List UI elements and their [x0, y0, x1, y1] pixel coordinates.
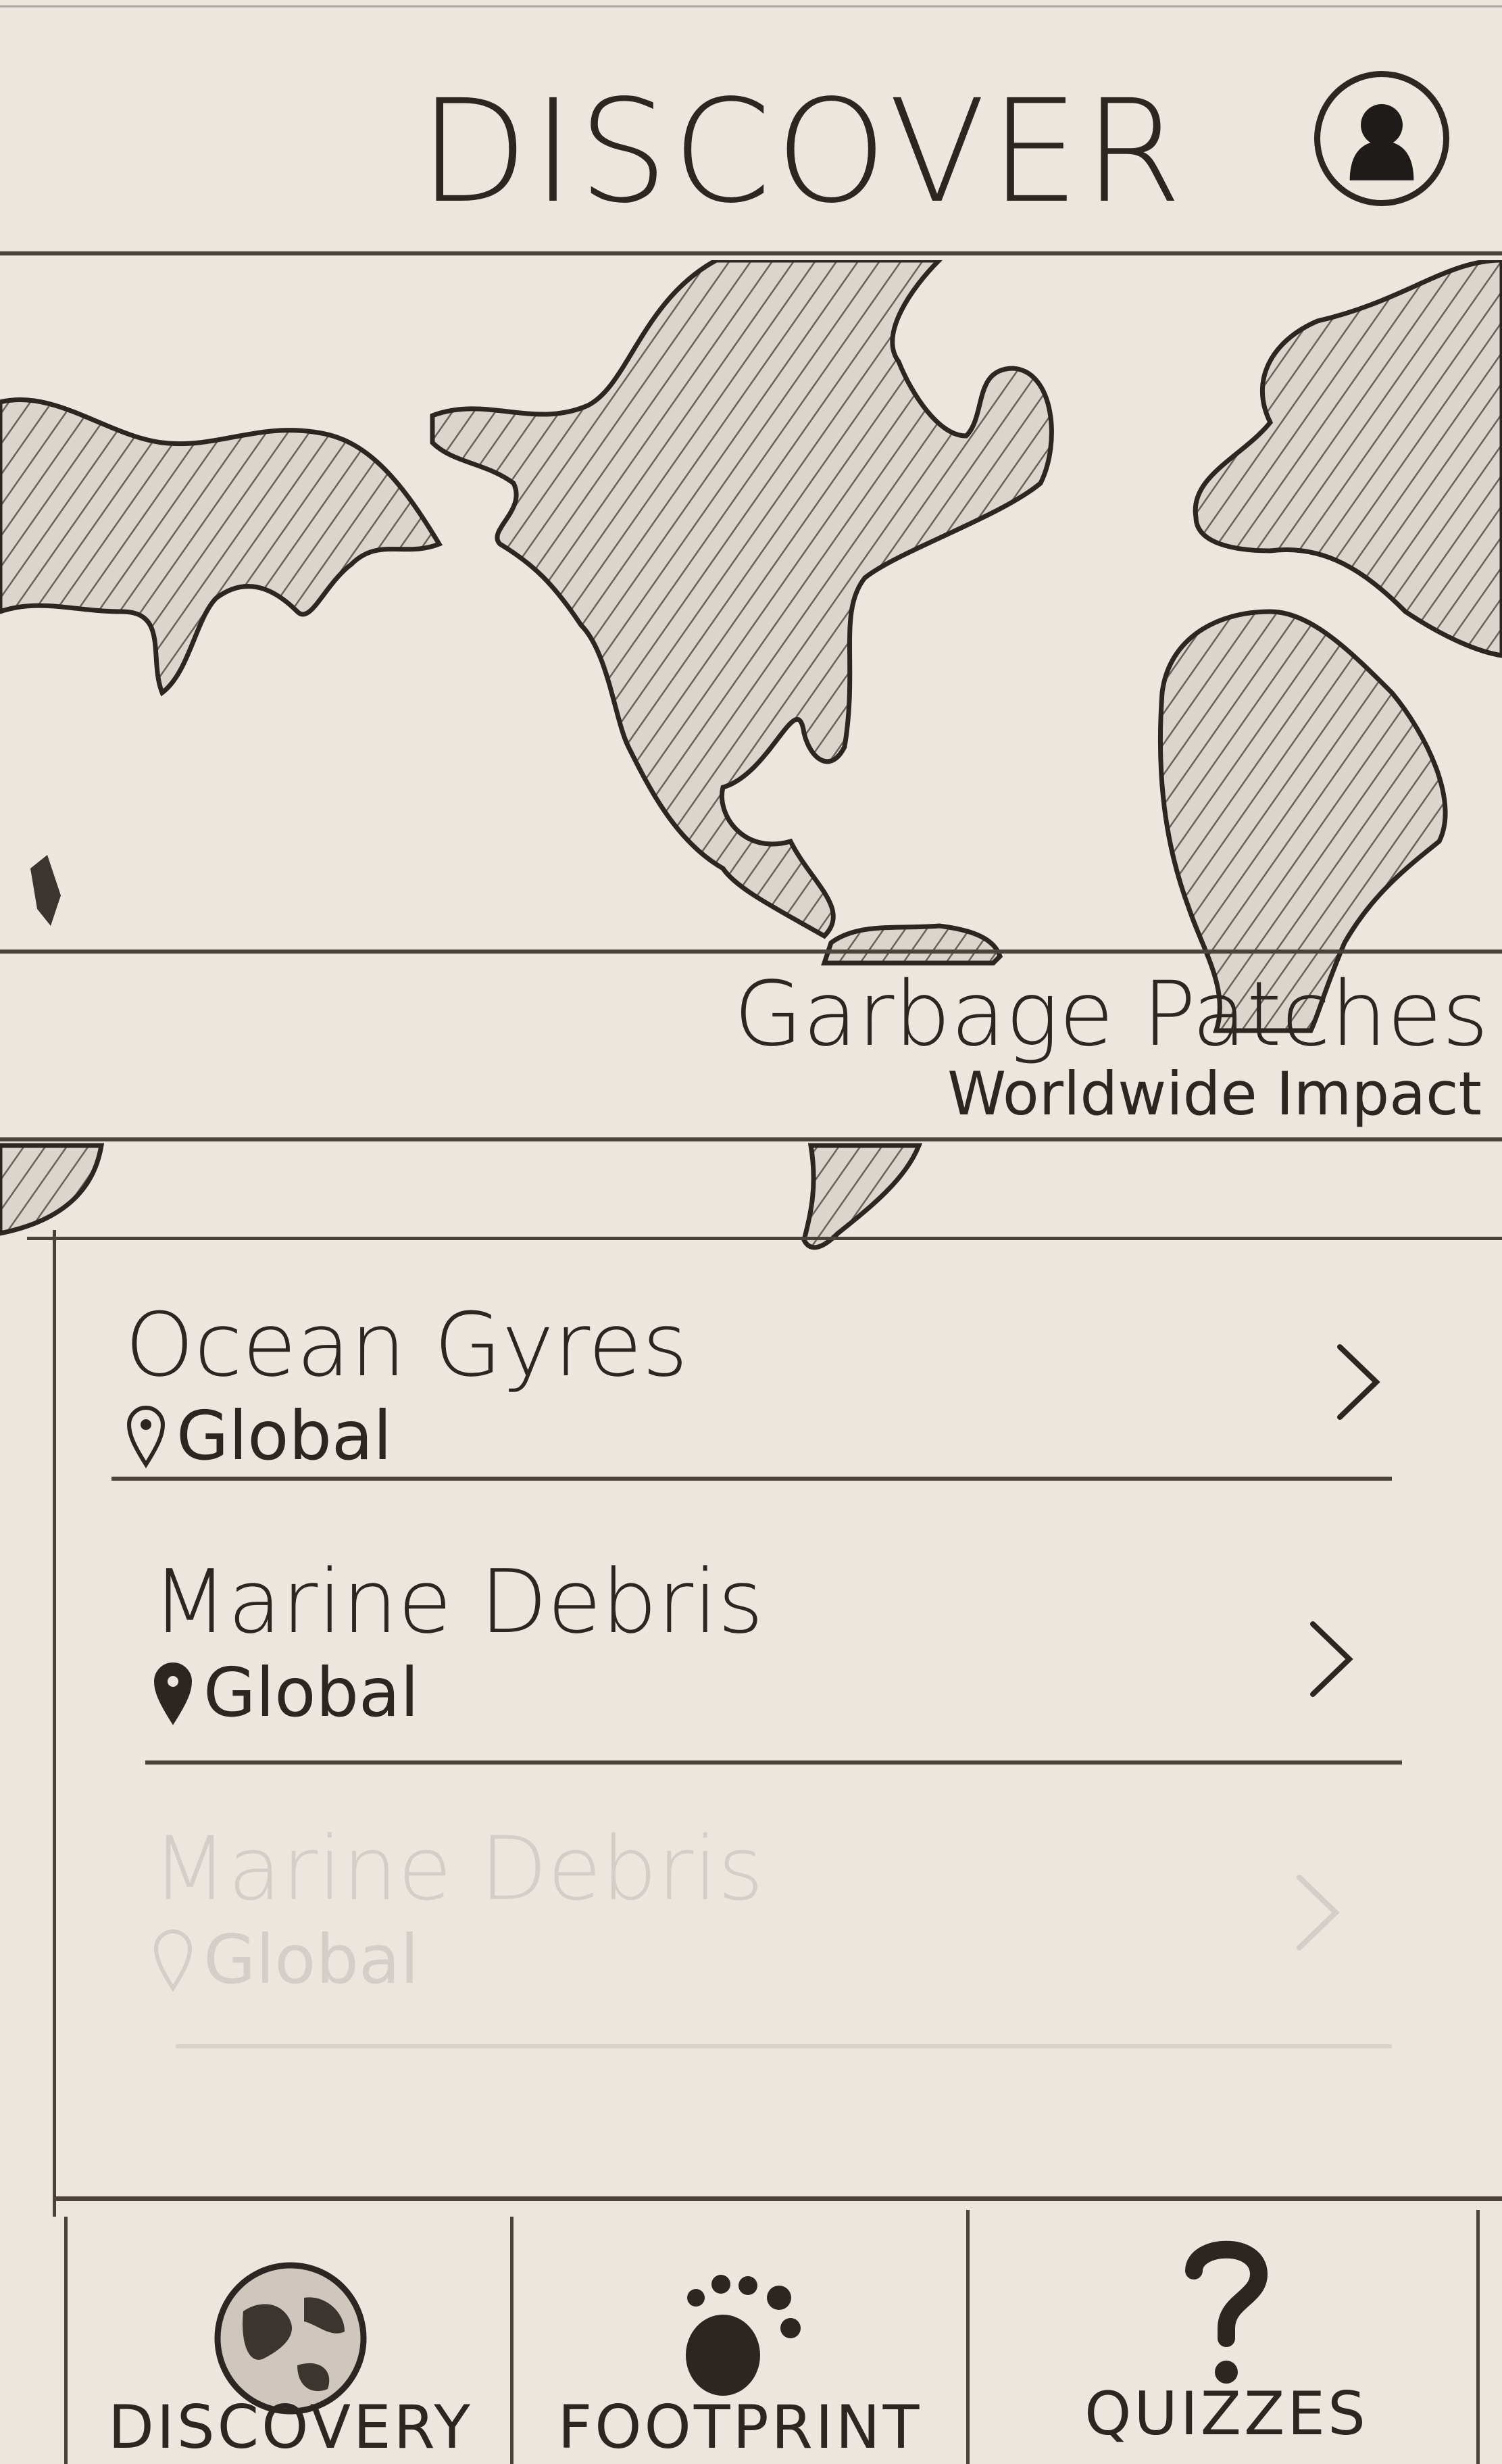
item-title: Marine Debris	[152, 1817, 763, 1920]
user-avatar-icon	[1349, 104, 1414, 180]
item-location: Global	[152, 1926, 419, 1994]
left-frame-line	[53, 1230, 56, 2217]
tab-label: FOOTPRINT	[557, 2392, 922, 2462]
list-divider	[111, 1477, 1392, 1481]
tab-footprint[interactable]: FOOTPRINT	[514, 2210, 966, 2464]
chevron-right-icon	[1310, 1621, 1353, 1697]
item-location-text: Global	[176, 1396, 392, 1475]
map-bottom-line	[27, 1237, 1502, 1240]
tab-bar-top-line	[53, 2196, 1502, 2201]
landmass-left-edge	[0, 1143, 105, 1236]
tab-bar: DISCOVERY FOOTPRINT QUIZZES	[64, 2210, 1502, 2464]
tab-label: DISCOVERY	[108, 2392, 473, 2462]
profile-button[interactable]	[1314, 71, 1449, 206]
list-item-ocean-gyres[interactable]: Ocean Gyres Global	[125, 1301, 1409, 1477]
discover-screen: DISCOVER Garbage Patches Worldwide Impac…	[0, 0, 1502, 2464]
featured-banner[interactable]: Garbage Patches Worldwide Impact	[0, 950, 1502, 1142]
item-location-text: Global	[203, 1920, 419, 1999]
banner-subtitle: Worldwide Impact	[947, 1059, 1482, 1129]
tab-discovery[interactable]: DISCOVERY	[68, 2210, 514, 2464]
item-location: Global	[152, 1659, 419, 1727]
island	[30, 855, 61, 926]
list-item-marine-debris[interactable]: Marine Debris Global	[152, 1558, 1409, 1733]
question-mark-icon	[1185, 2240, 1268, 2384]
landmass-west	[0, 397, 443, 697]
landmass-south-america	[801, 1143, 923, 1250]
tab-label: QUIZZES	[1084, 2379, 1368, 2448]
item-title: Marine Debris	[152, 1550, 763, 1653]
location-pin-icon	[126, 1406, 166, 1469]
page-title: DISCOVER	[419, 69, 1186, 235]
footprint-icon	[686, 2275, 801, 2396]
landmass-east	[1193, 257, 1502, 658]
list-divider	[145, 1760, 1402, 1765]
top-edge-line	[0, 5, 1502, 7]
location-pin-icon	[153, 1929, 193, 1992]
banner-bottom-line	[0, 1137, 1502, 1141]
landmass-americas	[430, 257, 1054, 939]
tab-bar-right-line	[1476, 2210, 1480, 2464]
list-item-marine-debris-faded[interactable]: Marine Debris Global	[152, 1825, 1409, 2000]
chevron-right-icon	[1297, 1875, 1340, 1950]
location-pin-icon	[153, 1662, 193, 1725]
item-location: Global	[125, 1402, 392, 1470]
item-location-text: Global	[203, 1653, 419, 1732]
item-title: Ocean Gyres	[125, 1293, 689, 1396]
list-divider	[176, 2044, 1392, 2048]
chevron-right-icon	[1337, 1344, 1380, 1420]
header-divider	[0, 251, 1502, 255]
tab-quizzes[interactable]: QUIZZES	[970, 2210, 1483, 2464]
banner-title: Garbage Patches	[733, 962, 1488, 1066]
